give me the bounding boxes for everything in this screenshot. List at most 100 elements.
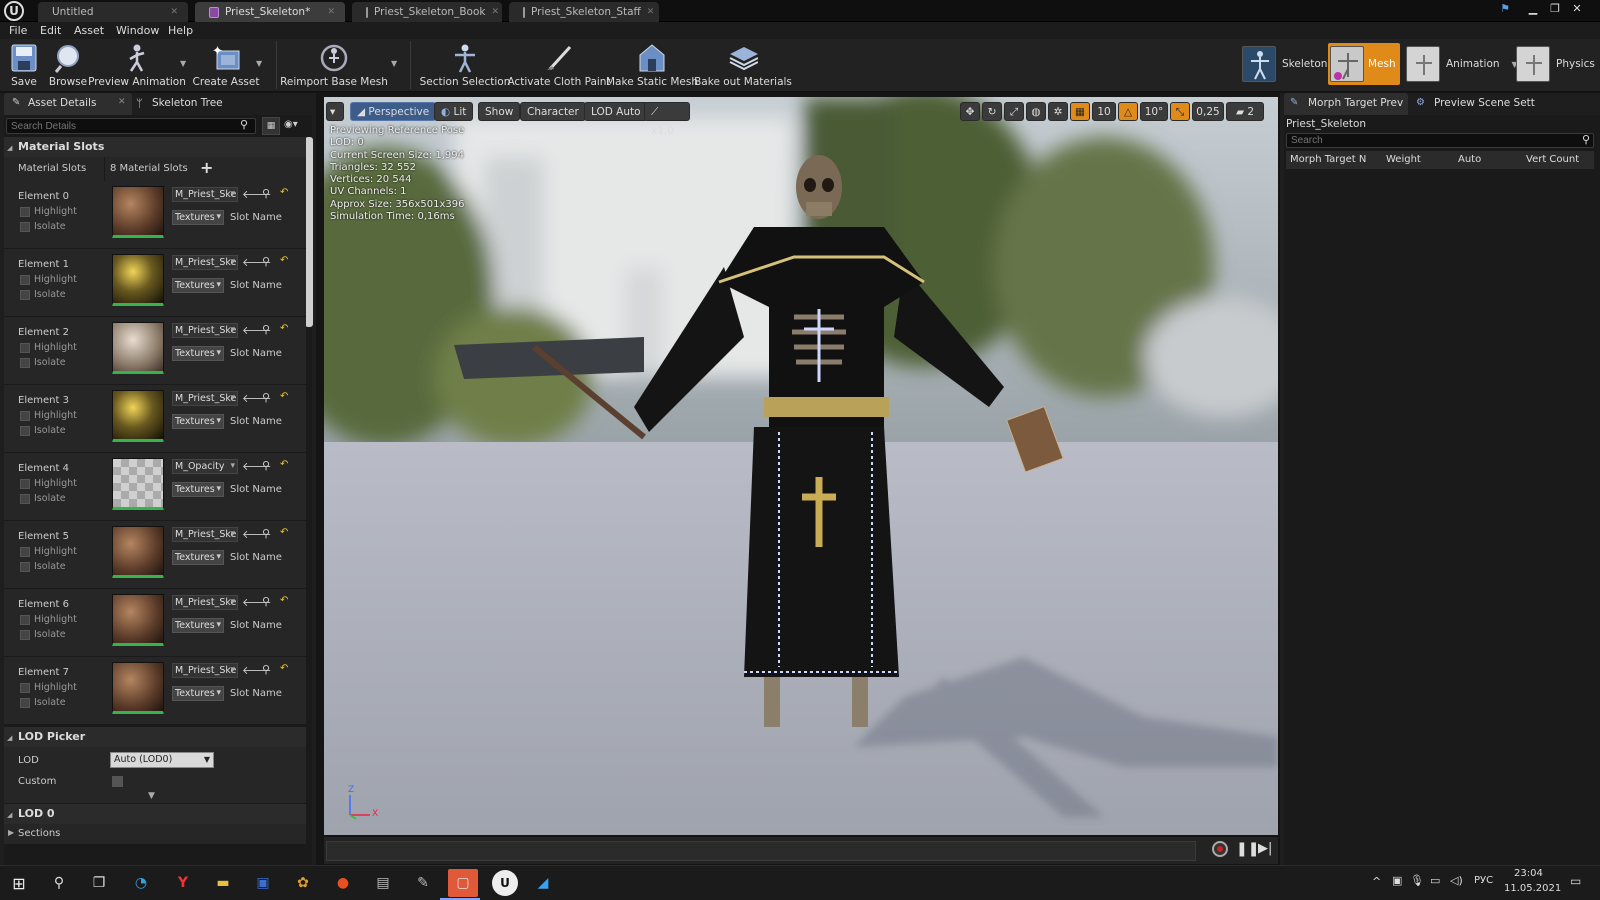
reset-yellow-arrow-icon[interactable]: ↶ <box>280 255 288 266</box>
material-thumbnail[interactable] <box>112 594 164 646</box>
isolate-checkbox[interactable] <box>20 222 30 232</box>
material-thumbnail[interactable] <box>112 390 164 442</box>
rotation-snap-value[interactable]: 10° <box>1140 102 1168 121</box>
close-window-button[interactable]: ✕ <box>1566 0 1588 18</box>
highlight-checkbox[interactable] <box>20 683 30 693</box>
menu-file[interactable]: File <box>9 22 27 39</box>
section-selection-button[interactable]: Section Selection <box>420 39 510 92</box>
firefox-icon[interactable]: ● <box>332 872 354 894</box>
reset-yellow-arrow-icon[interactable]: ↶ <box>280 391 288 402</box>
task-view-icon[interactable]: ❐ <box>88 872 110 894</box>
close-icon[interactable]: ✕ <box>118 97 126 107</box>
material-select[interactable]: M_Priest_Ske <box>172 663 238 678</box>
unreal-engine-taskbar-icon[interactable]: U <box>492 870 518 896</box>
tab-morph-target-preview[interactable]: ✎ Morph Target Prev <box>1284 93 1408 115</box>
menu-window[interactable]: Window <box>116 22 159 39</box>
surface-snap-icon[interactable]: ✲ <box>1048 102 1068 121</box>
calculator-icon[interactable]: ▤ <box>372 872 394 894</box>
reset-yellow-arrow-icon[interactable]: ↶ <box>280 527 288 538</box>
volume-icon[interactable]: ◁) <box>1450 874 1463 887</box>
network-icon[interactable]: ▭ <box>1430 874 1440 887</box>
edge-browser-icon[interactable]: ◔ <box>130 872 152 894</box>
viewport[interactable]: ▾ ◢ Perspective ◐ Lit Show Character LOD… <box>324 97 1278 835</box>
show-hidden-icons[interactable]: ^ <box>1372 875 1381 888</box>
textures-dropdown[interactable]: Textures <box>172 278 224 293</box>
activate-cloth-paint-button[interactable]: Activate Cloth Paint <box>507 39 611 92</box>
notify-icon[interactable]: ⚑ <box>1494 0 1516 18</box>
column-weight[interactable]: Weight <box>1386 154 1421 165</box>
minimize-button[interactable]: ▁ <box>1522 0 1544 18</box>
browse-magnifier-icon[interactable]: ⚲ <box>262 255 270 268</box>
clock-date[interactable]: 11.05.2021 <box>1504 883 1561 894</box>
eye-icon[interactable]: ◉▾ <box>284 119 298 130</box>
blender-like-icon[interactable]: ◢ <box>532 872 554 894</box>
app-active-icon[interactable]: ▢ <box>448 869 478 897</box>
details-scrollbar[interactable] <box>305 137 313 327</box>
grid-snap-value[interactable]: 10 <box>1092 102 1116 121</box>
material-thumbnail[interactable] <box>112 322 164 374</box>
show-button[interactable]: Show <box>478 102 521 121</box>
tab-priest-skeleton[interactable]: Priest_Skeleton* ✕ <box>195 2 345 22</box>
grid-snap-icon[interactable]: ▦ <box>1070 102 1090 121</box>
isolate-checkbox[interactable] <box>20 562 30 572</box>
scale-snap-value[interactable]: 0,25 <box>1192 102 1224 121</box>
isolate-checkbox[interactable] <box>20 358 30 368</box>
chevron-down-icon[interactable]: ▼ <box>180 59 186 68</box>
reimport-base-mesh-button[interactable]: Reimport Base Mesh <box>280 39 388 92</box>
tab-untitled[interactable]: Untitled ✕ <box>38 2 188 22</box>
save-button[interactable]: Save <box>8 39 40 92</box>
highlight-checkbox[interactable] <box>20 479 30 489</box>
world-space-icon[interactable]: ◍ <box>1026 102 1046 121</box>
highlight-checkbox[interactable] <box>20 411 30 421</box>
highlight-checkbox[interactable] <box>20 207 30 217</box>
material-thumbnail[interactable] <box>112 662 164 714</box>
material-select[interactable]: M_Priest_Ske <box>172 391 238 406</box>
column-auto[interactable]: Auto <box>1458 154 1481 165</box>
rotation-snap-icon[interactable]: △ <box>1118 102 1138 121</box>
browse-magnifier-icon[interactable]: ⚲ <box>262 187 270 200</box>
reset-yellow-arrow-icon[interactable]: ↶ <box>280 323 288 334</box>
highlight-checkbox[interactable] <box>20 275 30 285</box>
morph-search-input[interactable] <box>1286 133 1594 148</box>
browse-button[interactable]: Browse <box>48 39 88 92</box>
add-material-slot-button[interactable]: + <box>200 158 213 177</box>
browse-magnifier-icon[interactable]: ⚲ <box>262 391 270 404</box>
record-icon[interactable] <box>1212 841 1228 857</box>
tab-preview-scene-settings[interactable]: ⚙ Preview Scene Sett <box>1412 93 1540 115</box>
bake-out-materials-button[interactable]: Bake out Materials <box>694 39 792 92</box>
column-morph-target-name[interactable]: Morph Target N <box>1290 154 1366 165</box>
isolate-checkbox[interactable] <box>20 426 30 436</box>
maximize-button[interactable]: ❐ <box>1544 0 1566 18</box>
material-select[interactable]: M_Priest_Ske <box>172 527 238 542</box>
isolate-checkbox[interactable] <box>20 630 30 640</box>
expand-arrow-icon[interactable]: ▼ <box>148 791 155 801</box>
material-select[interactable]: M_Priest_Ske <box>172 323 238 338</box>
textures-dropdown[interactable]: Textures <box>172 346 224 361</box>
column-vert-count[interactable]: Vert Count <box>1526 154 1579 165</box>
timeline-scrubber[interactable] <box>326 841 1196 861</box>
viewport-options-dropdown[interactable]: ▾ <box>326 102 344 121</box>
language-indicator[interactable]: РУС <box>1474 875 1493 886</box>
menu-asset[interactable]: Asset <box>74 22 104 39</box>
material-thumbnail[interactable] <box>112 526 164 578</box>
material-select[interactable]: M_Opacity <box>172 459 238 474</box>
material-slots-section-header[interactable]: Material Slots <box>4 137 306 158</box>
windows-start-icon[interactable]: ⊞ <box>8 872 30 894</box>
mode-skeleton-button[interactable]: Skeleton <box>1242 45 1327 83</box>
material-select[interactable]: M_Priest_Ske <box>172 595 238 610</box>
make-static-mesh-button[interactable]: Make Static Mesh <box>606 39 698 92</box>
menu-help[interactable]: Help <box>168 22 193 39</box>
textures-dropdown[interactable]: Textures <box>172 482 224 497</box>
scale-icon[interactable]: ⤢ <box>1004 102 1024 121</box>
tab-asset-details[interactable]: ✎ Asset Details ✕ <box>4 93 132 115</box>
create-asset-button[interactable]: ✦ Create Asset <box>193 39 260 92</box>
tab-priest-skeleton-staff[interactable]: Priest_Skeleton_Staff ✕ <box>509 2 659 22</box>
view-options-grid-icon[interactable]: ▦ <box>262 117 280 135</box>
reset-yellow-arrow-icon[interactable]: ↶ <box>280 663 288 674</box>
isolate-checkbox[interactable] <box>20 290 30 300</box>
textures-dropdown[interactable]: Textures <box>172 686 224 701</box>
highlight-checkbox[interactable] <box>20 615 30 625</box>
material-select[interactable]: M_Priest_Ske <box>172 255 238 270</box>
file-explorer-icon[interactable]: ▬ <box>212 872 234 894</box>
browse-magnifier-icon[interactable]: ⚲ <box>262 323 270 336</box>
